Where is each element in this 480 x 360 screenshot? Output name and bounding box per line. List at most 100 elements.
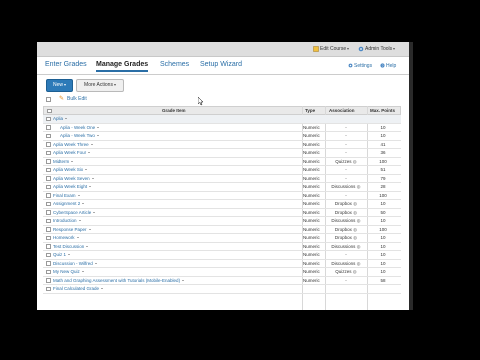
tab-manage-grades[interactable]: Manage Grades <box>96 61 149 72</box>
new-button[interactable]: New <box>46 79 73 92</box>
more-actions-button[interactable]: More Actions <box>76 79 124 92</box>
chevron-down-icon[interactable] <box>94 262 97 264</box>
grade-item-max-points: 79 <box>380 175 386 181</box>
chevron-down-icon[interactable] <box>71 160 74 162</box>
chevron-down-icon[interactable] <box>77 194 80 196</box>
grade-item-type: Numeric <box>303 158 320 164</box>
association-link-icon[interactable]: ◍ <box>352 227 357 232</box>
chevron-down-icon[interactable] <box>91 177 94 179</box>
grade-item-max-points: 10 <box>380 201 386 206</box>
tab-enter-grades[interactable]: Enter Grades <box>45 61 87 68</box>
association-link-icon[interactable]: ◍ <box>355 218 361 223</box>
row-checkbox[interactable] <box>46 269 51 274</box>
grade-item-link[interactable]: Aplia Week Eight <box>53 183 92 191</box>
help-link[interactable]: ? Help <box>380 63 396 69</box>
row-checkbox[interactable] <box>46 278 51 283</box>
grade-item-link[interactable]: CyberSpace Article <box>53 209 96 217</box>
tab-schemes[interactable]: Schemes <box>160 61 189 68</box>
chevron-down-icon[interactable] <box>96 135 99 137</box>
grade-item-type: Numeric <box>303 243 320 249</box>
grade-item-link[interactable]: Aplia Week Four <box>53 149 91 157</box>
grade-item-link[interactable]: Final Calculated Grade <box>53 285 104 293</box>
association-link-icon[interactable]: ◍ <box>352 235 357 240</box>
grade-item-link[interactable]: Introduction <box>53 217 81 225</box>
association-link-icon[interactable]: ◍ <box>355 184 361 189</box>
association-label: Dropbox <box>334 226 352 232</box>
chevron-down-icon[interactable] <box>88 228 91 230</box>
grade-item-link[interactable]: Aplia Week Six <box>53 166 88 174</box>
row-checkbox[interactable] <box>46 116 51 121</box>
grade-item-link[interactable]: Homework <box>53 234 79 242</box>
tab-setup-wizard[interactable]: Setup Wizard <box>200 61 242 68</box>
row-checkbox[interactable] <box>46 176 51 181</box>
grade-item-link[interactable]: Assignment 2 <box>53 200 85 208</box>
chevron-down-icon[interactable] <box>86 245 89 247</box>
grade-item-link[interactable]: Aplia Week Three <box>53 141 93 149</box>
row-checkbox[interactable] <box>46 201 51 206</box>
chevron-down-icon[interactable] <box>85 169 88 171</box>
grade-item-association: Discussions ◍ <box>326 217 366 225</box>
chevron-down-icon[interactable] <box>65 118 68 120</box>
grade-item-type: Numeric <box>303 184 320 189</box>
row-checkbox[interactable] <box>46 125 51 130</box>
select-all-checkbox[interactable] <box>46 97 51 102</box>
bulk-edit-link[interactable]: Bulk Edit <box>67 96 87 102</box>
row-checkbox[interactable] <box>46 210 51 215</box>
grade-item-link[interactable]: Midterm <box>53 158 74 166</box>
grade-item-link[interactable]: Aplia <box>53 115 68 123</box>
chevron-down-icon[interactable] <box>88 152 91 154</box>
chevron-down-icon[interactable] <box>90 143 93 145</box>
grade-item-link[interactable]: Aplia - Week One <box>60 124 100 132</box>
chevron-down-icon[interactable] <box>68 254 71 256</box>
row-checkbox[interactable] <box>46 184 51 189</box>
association-link-icon[interactable]: ◍ <box>352 269 357 274</box>
chevron-down-icon[interactable] <box>81 271 84 273</box>
admin-tools-button[interactable]: Admin Tools <box>358 44 396 54</box>
association-link-icon[interactable]: ◍ <box>352 159 357 164</box>
association-link-icon[interactable]: ◍ <box>355 244 361 249</box>
chevron-down-icon[interactable] <box>89 186 92 188</box>
grade-item-link[interactable]: Aplia - Week Two <box>60 132 99 140</box>
grade-item-type: Numeric <box>303 167 320 172</box>
grade-item-link[interactable]: Response Paper <box>53 226 91 234</box>
settings-link[interactable]: Settings <box>348 63 372 69</box>
chevron-down-icon[interactable] <box>182 279 185 281</box>
row-checkbox[interactable] <box>46 193 51 198</box>
grade-item-link[interactable]: Aplia Week Seven <box>53 175 94 183</box>
association-link-icon[interactable]: ◍ <box>355 261 361 266</box>
row-checkbox[interactable] <box>46 252 51 257</box>
chevron-down-icon[interactable] <box>76 237 79 239</box>
grade-item-max-points: 10 <box>380 124 386 130</box>
table-row: Test Discussion Numeric Discussions ◍ 10 <box>43 243 401 251</box>
grade-item-link[interactable]: Test Discussion <box>53 243 89 251</box>
grade-item-link[interactable]: Quiz 1 <box>53 251 71 259</box>
chevron-down-icon[interactable] <box>82 203 85 205</box>
chevron-down-icon[interactable] <box>93 211 96 213</box>
row-checkbox[interactable] <box>46 159 51 164</box>
association-label: - <box>345 124 347 130</box>
row-checkbox[interactable] <box>46 218 51 223</box>
grade-item-link[interactable]: Final Exam <box>53 192 80 200</box>
row-checkbox[interactable] <box>46 142 51 147</box>
row-checkbox[interactable] <box>46 235 51 240</box>
association-link-icon[interactable]: ◍ <box>352 210 357 215</box>
scrollbar[interactable] <box>409 42 413 310</box>
row-checkbox[interactable] <box>46 286 51 291</box>
row-checkbox[interactable] <box>46 133 51 138</box>
row-checkbox[interactable] <box>46 244 51 249</box>
row-checkbox[interactable] <box>46 261 51 266</box>
chevron-down-icon[interactable] <box>101 288 104 290</box>
grade-item-link[interactable]: Discussion - Wilfred <box>53 260 97 268</box>
chevron-down-icon[interactable] <box>97 126 100 128</box>
grade-item-link[interactable]: My New Quiz <box>53 268 84 276</box>
row-checkbox[interactable] <box>46 167 51 172</box>
association-link-icon[interactable]: ◍ <box>352 201 357 206</box>
row-checkbox[interactable] <box>46 227 51 232</box>
grade-item-link[interactable]: Math and Graphing Assessment with Tutori… <box>53 277 185 285</box>
header-checkbox[interactable] <box>47 108 52 113</box>
association-label: - <box>345 167 347 172</box>
chevron-down-icon[interactable] <box>78 220 81 222</box>
row-checkbox[interactable] <box>46 150 51 155</box>
grade-item-max-points: 10 <box>380 269 386 274</box>
edit-course-button[interactable]: Edit Course <box>313 44 350 54</box>
